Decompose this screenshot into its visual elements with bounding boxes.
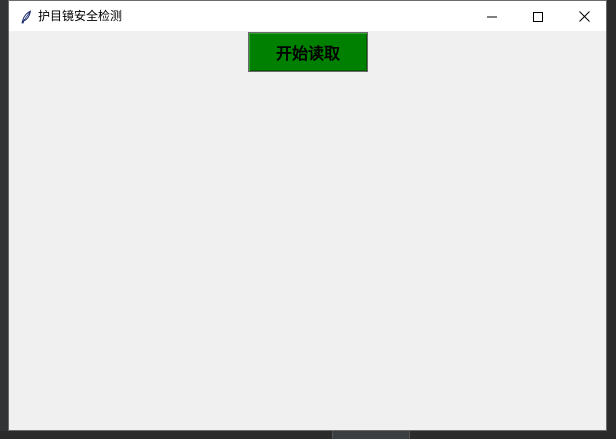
background-ide-tab xyxy=(332,431,410,439)
close-button[interactable] xyxy=(561,1,607,31)
client-area: 开始读取 xyxy=(9,31,606,430)
background-ide-bottom xyxy=(0,431,616,439)
title-bar[interactable]: 护目镜安全检测 xyxy=(9,1,606,31)
feather-icon xyxy=(19,9,33,24)
minimize-icon xyxy=(487,7,497,26)
minimize-button[interactable] xyxy=(469,1,515,31)
background-ide-edge xyxy=(607,0,616,439)
background-ide-gutter xyxy=(0,0,8,439)
maximize-button[interactable] xyxy=(515,1,561,31)
start-reading-button[interactable]: 开始读取 xyxy=(248,32,368,72)
window-title: 护目镜安全检测 xyxy=(38,9,123,23)
close-icon xyxy=(578,7,590,26)
app-window: 护目镜安全检测 开始读取 xyxy=(8,0,607,431)
maximize-icon xyxy=(533,7,543,26)
